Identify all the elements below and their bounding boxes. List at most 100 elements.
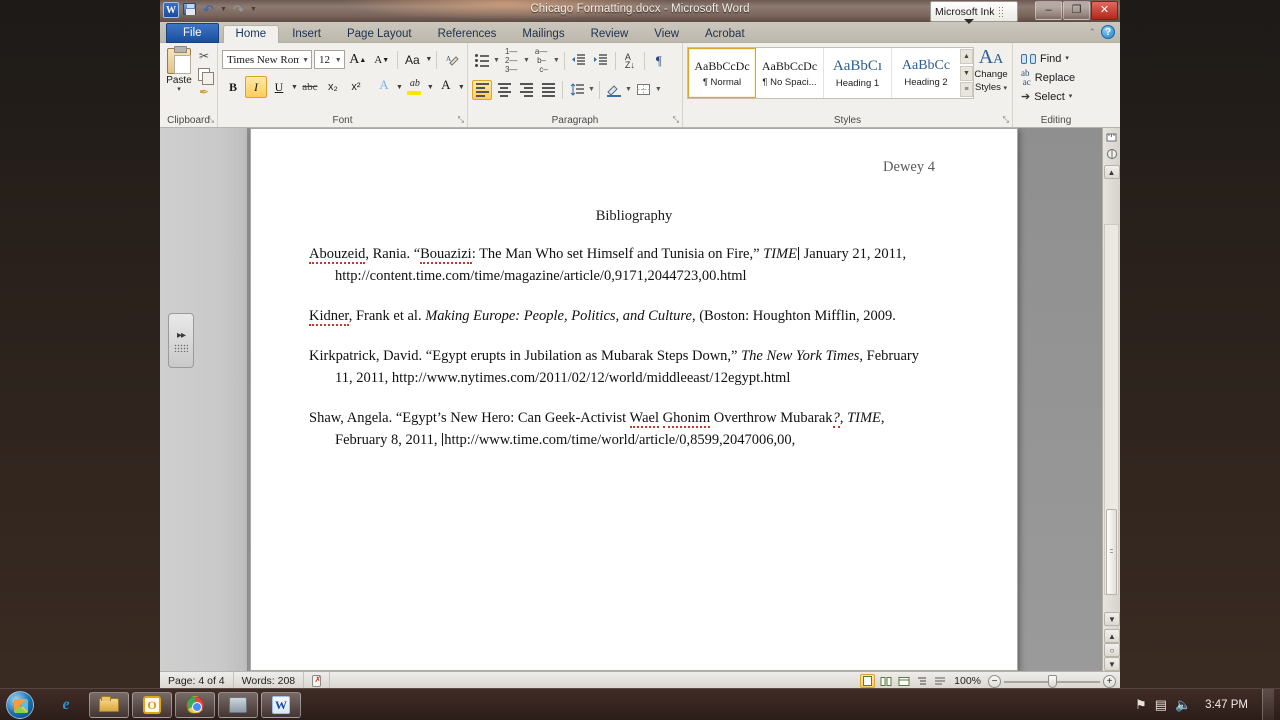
scroll-down-button[interactable]: ▼ [1104, 612, 1120, 626]
numbering-button[interactable]: 1— 2— 3— [502, 47, 522, 74]
taskbar-item-outlook[interactable]: O [132, 691, 172, 718]
font-dialog-launcher[interactable]: ⤡ [458, 115, 464, 125]
borders-caret-icon[interactable]: ▼ [655, 86, 662, 93]
taskbar-item-internet-explorer[interactable]: e [46, 692, 86, 718]
change-case-caret-icon[interactable]: ▼ [425, 51, 432, 68]
taskbar-item-generic-app[interactable] [218, 691, 258, 718]
tab-view[interactable]: View [641, 25, 692, 43]
styles-more-icon[interactable]: ≡ [960, 82, 973, 97]
select-button[interactable]: ➔ Select ▾ [1017, 87, 1095, 106]
tab-home[interactable]: Home [222, 25, 280, 43]
clipboard-dialog-launcher[interactable]: ⤡ [208, 115, 214, 125]
full-screen-reading-view-button[interactable] [878, 674, 893, 688]
microsoft-ink-toolbar[interactable]: Microsoft Ink [930, 1, 1018, 22]
text-effects-button[interactable]: A [373, 76, 395, 98]
bibliography-entry[interactable]: Abouzeid, Rania. “Bouazizi: The Man Who … [309, 243, 929, 287]
browse-object-button[interactable]: ○ [1104, 643, 1120, 657]
zoom-in-button[interactable]: + [1103, 674, 1116, 688]
tab-acrobat[interactable]: Acrobat [692, 25, 758, 43]
bibliography-entry[interactable]: Kirkpatrick, David. “Egypt erupts in Jub… [309, 345, 929, 389]
align-right-button[interactable] [516, 80, 536, 100]
replace-button[interactable]: ab ac Replace [1017, 68, 1095, 87]
font-color-button[interactable]: A [435, 76, 457, 98]
style-no-spacing[interactable]: AaBbCcDc ¶ No Spaci... [756, 48, 824, 98]
proofing-status-button[interactable] [304, 671, 331, 690]
multilevel-caret-icon[interactable]: ▼ [553, 57, 560, 64]
maximize-button[interactable]: ❐ [1063, 1, 1090, 20]
sort-button[interactable]: A Z↓ [620, 51, 640, 71]
highlight-caret-icon[interactable]: ▼ [427, 79, 434, 96]
chevron-down-icon[interactable]: ▼ [299, 56, 309, 64]
clear-formatting-icon[interactable]: A [441, 49, 463, 71]
zoom-level[interactable]: 100% [950, 675, 985, 687]
bibliography-entry[interactable]: Shaw, Angela. “Egypt’s New Hero: Can Gee… [309, 407, 929, 451]
tab-mailings[interactable]: Mailings [509, 25, 577, 43]
draft-view-button[interactable] [932, 674, 947, 688]
decrease-indent-button[interactable] [569, 51, 589, 71]
text-effects-caret-icon[interactable]: ▼ [396, 79, 403, 96]
underline-caret-icon[interactable]: ▼ [291, 79, 298, 96]
start-orb-icon[interactable] [6, 690, 34, 719]
justify-button[interactable] [538, 80, 558, 100]
format-painter-button[interactable]: ✒ [195, 84, 213, 101]
help-icon[interactable]: ? [1101, 25, 1115, 39]
web-layout-view-button[interactable] [896, 674, 911, 688]
bullets-button[interactable] [472, 51, 492, 71]
tab-file[interactable]: File [166, 23, 219, 43]
shrink-font-button[interactable]: A ▼ [371, 49, 393, 71]
change-styles-caret-icon[interactable]: ▾ [1004, 85, 1008, 92]
line-spacing-caret-icon[interactable]: ▼ [588, 86, 595, 93]
style-heading-2[interactable]: AaBbCc Heading 2 [892, 48, 960, 98]
chevron-down-icon[interactable]: ▼ [332, 56, 342, 64]
grow-font-button[interactable]: A ▲ [347, 49, 369, 71]
multilevel-list-button[interactable]: a— b– c– [532, 47, 552, 74]
zoom-slider[interactable] [1004, 674, 1100, 688]
style-heading-1[interactable]: AaBbCı Heading 1 [824, 48, 892, 98]
previous-page-button[interactable]: ▲ [1104, 629, 1120, 643]
view-ruler-icon[interactable] [1104, 129, 1120, 145]
strikethrough-button[interactable]: abc [299, 76, 321, 98]
collapse-ribbon-icon[interactable]: ⌃ [1088, 27, 1096, 38]
grip-dots-icon[interactable] [997, 6, 1005, 17]
italic-button[interactable]: I [245, 76, 267, 98]
show-desktop-button[interactable] [1262, 689, 1274, 720]
word-count[interactable]: Words: 208 [234, 671, 305, 690]
subscript-button[interactable]: x₂ [322, 76, 344, 98]
underline-button[interactable]: U [268, 76, 290, 98]
tab-page-layout[interactable]: Page Layout [334, 25, 425, 43]
text-highlight-button[interactable]: ab [404, 76, 426, 98]
shading-caret-icon[interactable]: ▼ [625, 86, 632, 93]
action-center-flag-icon[interactable]: ⚑ [1135, 697, 1147, 713]
page-indicator[interactable]: Page: 4 of 4 [160, 671, 234, 690]
find-button[interactable]: Find ▾ [1017, 49, 1095, 68]
taskbar-item-windows-explorer[interactable] [89, 691, 129, 718]
outline-view-button[interactable] [914, 674, 929, 688]
superscript-button[interactable]: x² [345, 76, 367, 98]
increase-indent-button[interactable] [591, 51, 611, 71]
font-color-caret-icon[interactable]: ▼ [458, 79, 465, 96]
tab-insert[interactable]: Insert [279, 25, 334, 43]
volume-icon[interactable]: 🔈 [1175, 697, 1191, 713]
close-button[interactable]: ✕ [1091, 1, 1118, 20]
scrollbar-thumb[interactable] [1106, 509, 1117, 595]
scrollbar-track[interactable] [1104, 224, 1119, 595]
taskbar-item-microsoft-word[interactable]: W [261, 691, 301, 718]
bullets-caret-icon[interactable]: ▼ [493, 57, 500, 64]
document-page[interactable]: Dewey 4 Bibliography Abouzeid, Rania. “B… [250, 128, 1018, 671]
zoom-out-button[interactable]: − [988, 674, 1001, 688]
font-size-combo[interactable]: 12 ▼ [314, 50, 345, 69]
font-name-combo[interactable]: Times New Rom ▼ [222, 50, 312, 69]
show-formatting-marks-button[interactable]: ¶ [649, 51, 669, 71]
bibliography-entry[interactable]: Kidner, Frank et al. Making Europe: Peop… [309, 305, 929, 327]
styles-scroll-down-icon[interactable]: ▼ [960, 65, 973, 81]
cut-button[interactable]: ✂ [195, 48, 213, 65]
scroll-up-button[interactable]: ▲ [1103, 165, 1120, 179]
change-styles-button[interactable]: AA Change Styles ▾ [974, 45, 1008, 97]
bold-button[interactable]: B [222, 76, 244, 98]
style-normal[interactable]: AaBbCcDc ¶ Normal [688, 48, 756, 98]
vertical-scrollbar[interactable]: ▲ ▼ ▲ ○ ▼ [1102, 128, 1120, 671]
tab-review[interactable]: Review [578, 25, 642, 43]
network-icon[interactable]: ▤ [1155, 697, 1167, 713]
copy-button[interactable] [195, 66, 214, 85]
zoom-slider-thumb[interactable] [1048, 674, 1057, 688]
